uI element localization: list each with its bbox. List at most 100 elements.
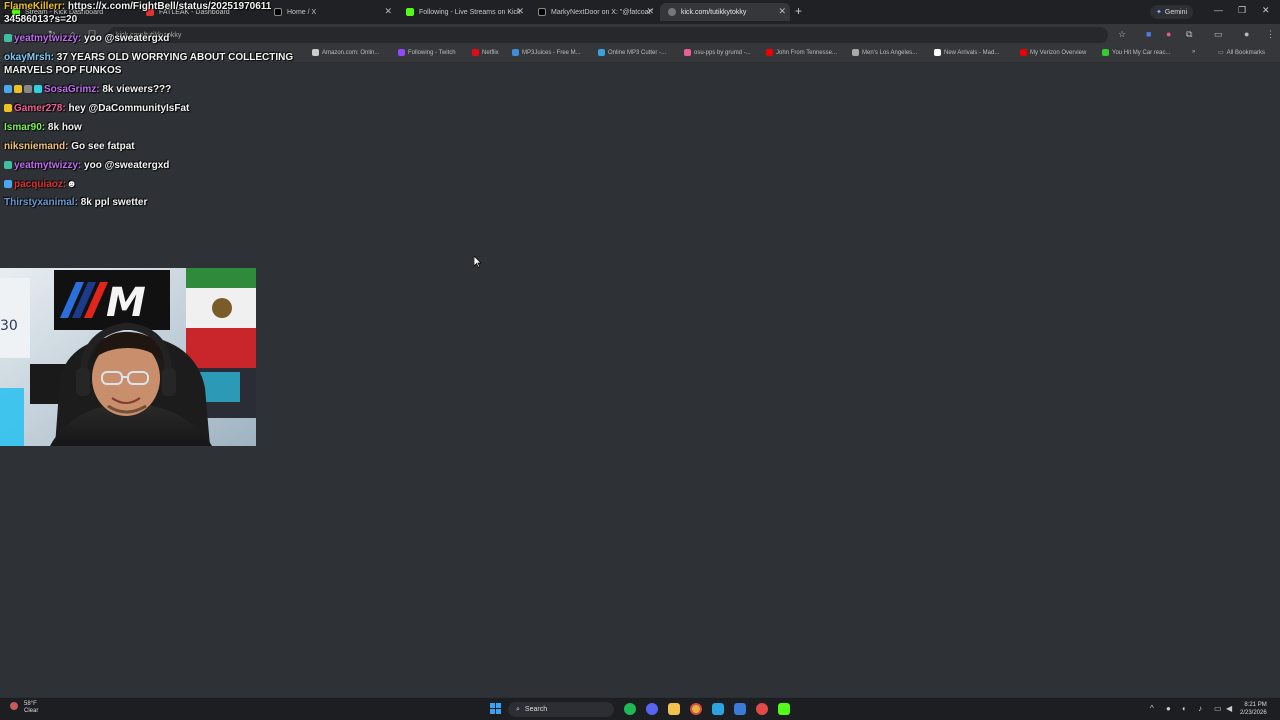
browser-toolbar: ← → ↻ ⌂ ☐ kick.com/tutikkytokky ☆ ■ ● ⧉ … [0,24,1280,46]
gemini-label: Gemini [1164,8,1188,16]
bookmark-label: MP3Juices - Free M... [522,49,581,56]
kick-app-icon[interactable] [778,703,790,715]
bookmark-item[interactable]: Following - Twitch [398,49,456,56]
discord-icon[interactable] [646,703,658,715]
puzzle-icon[interactable]: ⧉ [1186,29,1192,40]
svg-text:M: M [106,280,146,326]
telegram-icon[interactable] [712,703,724,715]
chat-username: yeatmytwizzy: [14,160,82,171]
chevron-up-icon[interactable]: ^ [1150,704,1154,713]
windows-start-icon[interactable] [490,703,501,714]
chat-text: yoo @sweatergxd [81,33,170,44]
chat-message: SosaGrimz: 8k viewers??? [4,83,171,96]
moderator-badge-icon [4,180,12,188]
chat-text: https://x.com/FightBell/status/202519706… [65,1,272,12]
bookmark-item[interactable]: My Verizon Overview [1020,49,1086,56]
folder-icon: ▭ [1218,50,1224,56]
tab-title: Home / X [287,8,317,16]
address-bar[interactable]: kick.com/tutikkytokky [108,27,1108,43]
microphone-icon[interactable]: ♪ [1198,704,1202,713]
clock-time: 8:21 PM [1244,702,1267,708]
crown-badge-icon [14,85,22,93]
twitch-icon [398,49,405,56]
chrome-icon[interactable] [690,703,702,715]
file-explorer-icon[interactable] [668,703,680,715]
bookmark-item[interactable]: osu-pps by grumd -... [684,49,751,56]
bookmark-icon [1102,49,1109,56]
osu-icon [684,49,691,56]
network-icon[interactable]: ▭ [1214,704,1222,713]
bookmark-item[interactable]: You Hit My Car reac... [1102,49,1170,56]
app-tray-icon[interactable]: ● [1166,704,1171,713]
chat-username: Thirstyxanimal: [4,197,78,208]
volume-icon[interactable]: ◀ [1226,704,1232,713]
chat-text: 37 YEARS OLD WORRYING ABOUT COLLECTING [54,52,294,63]
all-bookmarks[interactable]: ▭ All Bookmarks [1218,49,1266,57]
search-icon: ⌕ [516,705,520,713]
spotify-icon[interactable] [624,703,636,715]
new-tab-button[interactable]: + [795,4,802,18]
bookmark-label: You Hit My Car reac... [1112,49,1171,56]
chat-message: pacquiaoz:☻ [4,178,77,191]
profile-avatar-icon[interactable]: ● [1244,29,1249,39]
bookmark-item[interactable]: Amazon.com: Onlin... [312,49,379,56]
bookmark-item[interactable]: Online MP3 Cutter -... [598,49,666,56]
chat-text: 8k how [45,122,82,133]
taskbar-search[interactable]: ⌕ Search [508,702,614,717]
svg-text:30: 30 [0,318,18,334]
chat-username: Ismar90: [4,122,46,133]
menu-icon[interactable]: ⋮ [1266,29,1275,40]
crown-badge-icon [4,104,12,112]
chat-text: 8k viewers??? [99,84,172,95]
bookmark-item[interactable]: MP3Juices - Free M... [512,49,581,56]
chat-message: FlameKillerr: https://x.com/FightBell/st… [4,0,271,26]
chat-username: pacquiaoz: [14,179,67,190]
extension-icon[interactable]: ● [1166,29,1171,39]
bookmark-item[interactable]: Men's Los Angeles... [852,49,917,56]
system-clock[interactable]: 8:21 PM 2/23/2026 [1240,701,1267,717]
app-tray-icon[interactable]: ◐ [1182,704,1187,713]
minimize-icon[interactable]: — [1214,5,1223,15]
close-icon[interactable]: ✕ [646,6,654,17]
sidebar-icon[interactable]: ▭ [1214,29,1223,40]
weather-widget[interactable]: 58°F Clear [10,701,38,715]
bookmark-item[interactable]: Netflix [472,49,499,56]
bookmark-label: Amazon.com: Onlin... [322,49,380,56]
app-icon[interactable] [756,703,768,715]
extension-icon[interactable]: ■ [1146,29,1151,39]
store-icon [852,49,859,56]
close-icon[interactable]: ✕ [384,6,392,17]
window-close-icon[interactable]: ✕ [1262,5,1270,16]
bookmark-label: John From Tennesse... [776,49,837,56]
stocks-app-icon[interactable] [734,703,746,715]
chat-username: Gamer278: [14,103,66,114]
verizon-icon [1020,49,1027,56]
tab-home-x[interactable]: Home / X ✕ [266,3,396,21]
x-icon [274,8,282,16]
close-icon[interactable]: ✕ [778,6,786,17]
bookmark-label: Online MP3 Cutter -... [608,49,667,56]
gemini-button[interactable]: ✦ Gemini [1150,5,1194,19]
subscriber-badge-icon [4,34,12,42]
tab-title: kick.com/tutikkytokky [681,8,747,16]
weather-icon [10,702,18,710]
gem-badge-icon [34,85,42,93]
tab-kick-channel[interactable]: kick.com/tutikkytokky ✕ [660,3,790,21]
chat-username: FlameKillerr: [4,1,66,12]
clock-date: 2/23/2026 [1240,710,1267,716]
bookmark-item[interactable]: New Arrivals - Mad... [934,49,999,56]
webcam-image: M 30 [0,268,256,446]
star-icon[interactable]: ☆ [1118,29,1126,40]
more-bookmarks-icon[interactable]: » [1192,49,1195,55]
chat-text: Go see fatpat [68,141,135,152]
tab-following-kick[interactable]: Following - Live Streams on Kick ✕ [398,3,528,21]
bookmark-item[interactable]: John From Tennesse... [766,49,837,56]
tab-markynextdoor[interactable]: MarkyNextDoor on X: "@fatcoat" ✕ [530,3,658,21]
close-icon[interactable]: ✕ [516,6,524,17]
restore-icon[interactable]: ❐ [1238,5,1246,16]
youtube-icon [766,49,773,56]
bookmark-label: Following - Twitch [408,49,456,56]
all-bookmarks-label: All Bookmarks [1226,49,1266,56]
bookmark-label: Men's Los Angeles... [862,49,918,56]
search-label: Search [524,706,548,713]
